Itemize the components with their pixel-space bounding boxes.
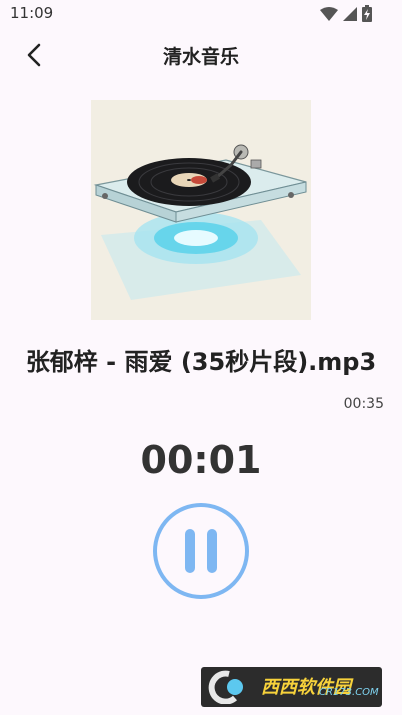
wifi-icon <box>320 6 338 21</box>
pause-bar-left <box>185 529 195 573</box>
status-bar: 11:09 <box>0 0 402 30</box>
watermark-logo-icon <box>208 670 243 704</box>
app-title: 清水音乐 <box>162 46 239 68</box>
watermark-site: CR173.COM <box>319 687 379 698</box>
pause-button[interactable] <box>153 503 249 599</box>
turntable-illustration <box>91 100 311 320</box>
album-cover <box>91 100 311 320</box>
cell-signal-icon <box>343 6 357 21</box>
status-icons <box>320 5 372 22</box>
pause-bar-right <box>207 529 217 573</box>
watermark: 西西软件园 CR173.COM <box>201 667 382 707</box>
battery-charging-icon <box>362 5 372 22</box>
song-duration: 00:35 <box>343 396 384 412</box>
app-bar: 清水音乐 <box>0 30 402 80</box>
current-time: 00:01 <box>140 438 262 482</box>
status-time: 11:09 <box>10 4 54 22</box>
song-title: 张郁梓 - 雨爱 (35秒片段).mp3 <box>25 348 377 376</box>
